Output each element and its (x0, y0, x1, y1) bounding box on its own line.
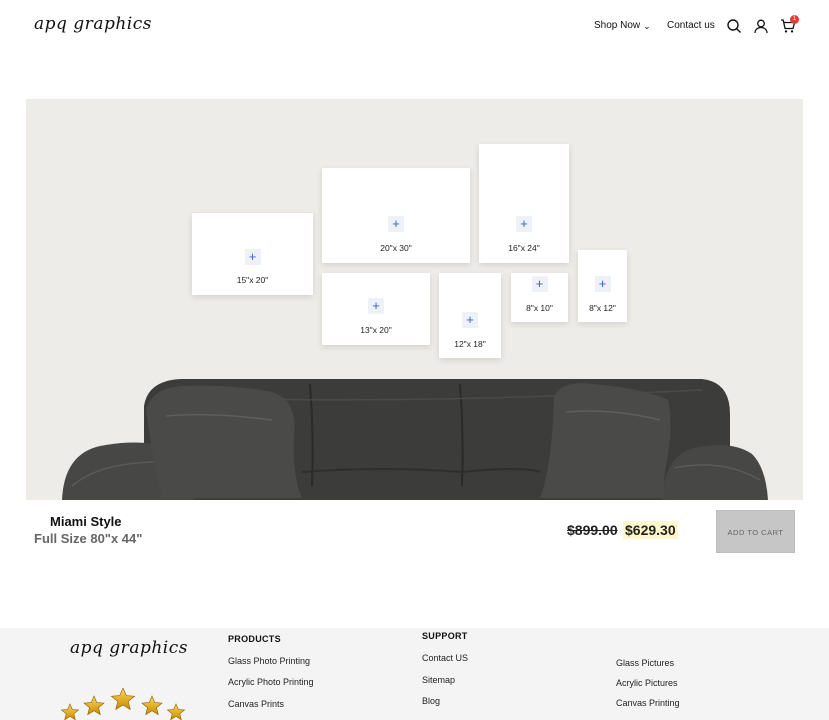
plus-icon[interactable]: + (244, 249, 261, 265)
frame-size-label: 8"x 12" (589, 303, 616, 313)
frame-size-label: 12"x 18" (454, 339, 486, 349)
rating-stars-icon (60, 688, 186, 720)
footer-link[interactable]: Sitemap (422, 675, 455, 685)
frame-size-label: 13"x 20" (360, 325, 392, 335)
footer-link[interactable]: Blog (422, 696, 440, 706)
footer-link[interactable]: Glass Photo Printing (228, 656, 310, 666)
footer-logo[interactable]: apq graphics (70, 638, 188, 658)
frame-8x12[interactable]: + 8"x 12" (578, 250, 627, 322)
footer-link[interactable]: Glass Pictures (616, 658, 674, 668)
nav-contact-us[interactable]: Contact us (667, 20, 715, 31)
frame-13x20[interactable]: + 13"x 20" (322, 273, 430, 345)
frame-size-label: 16"x 24" (508, 243, 540, 253)
product-name: Miami Style (50, 514, 122, 529)
frame-size-label: 15"x 20" (236, 275, 269, 285)
footer-link[interactable]: Acrylic Pictures (616, 678, 678, 688)
frame-size-label: 8"x 10" (526, 303, 553, 313)
search-icon[interactable] (726, 18, 742, 34)
footer-link[interactable]: Canvas Prints (228, 699, 284, 709)
footer-support-heading: SUPPORT (422, 631, 468, 641)
product-full-size: Full Size 80"x 44" (34, 531, 143, 546)
frame-12x18[interactable]: + 12"x 18" (439, 273, 501, 358)
footer-link[interactable]: Acrylic Photo Printing (228, 677, 314, 687)
nav-shop-now[interactable]: Shop Now ⌄ (594, 20, 651, 31)
site-header: apq graphics Shop Now ⌄ Contact us 1 (0, 0, 829, 56)
room-preview: + 15"x 20" + 20"x 30" + 16"x 24" + 13"x … (26, 99, 803, 500)
chevron-down-icon: ⌄ (643, 21, 651, 31)
cart-count-badge: 1 (790, 15, 799, 24)
footer-products-heading: PRODUCTS (228, 634, 281, 644)
frame-15x20[interactable]: + 15"x 20" (192, 213, 313, 295)
plus-icon[interactable]: + (516, 216, 532, 232)
frame-size-label: 20"x 30" (380, 243, 412, 253)
original-price: $899.00 (567, 522, 618, 538)
frame-8x10[interactable]: + 8"x 10" (511, 273, 568, 322)
plus-icon[interactable]: + (531, 276, 548, 292)
add-to-cart-button[interactable]: ADD TO CART (716, 510, 795, 553)
sale-price: $629.30 (623, 521, 678, 539)
nav-shop-now-label: Shop Now (594, 20, 641, 31)
footer-link[interactable]: Contact US (422, 653, 468, 663)
plus-icon[interactable]: + (462, 312, 478, 328)
site-footer: apq graphics PRODUCTS Glass Photo Printi… (0, 628, 829, 720)
frame-20x30[interactable]: + 20"x 30" (322, 168, 470, 263)
site-logo[interactable]: apq graphics (34, 14, 152, 34)
plus-icon[interactable]: + (388, 216, 404, 232)
user-icon[interactable] (753, 18, 769, 34)
plus-icon[interactable]: + (368, 298, 384, 314)
frame-16x24[interactable]: + 16"x 24" (479, 144, 569, 263)
plus-icon[interactable]: + (594, 276, 611, 292)
sofa-image (62, 379, 768, 500)
footer-link[interactable]: Canvas Printing (616, 698, 680, 708)
